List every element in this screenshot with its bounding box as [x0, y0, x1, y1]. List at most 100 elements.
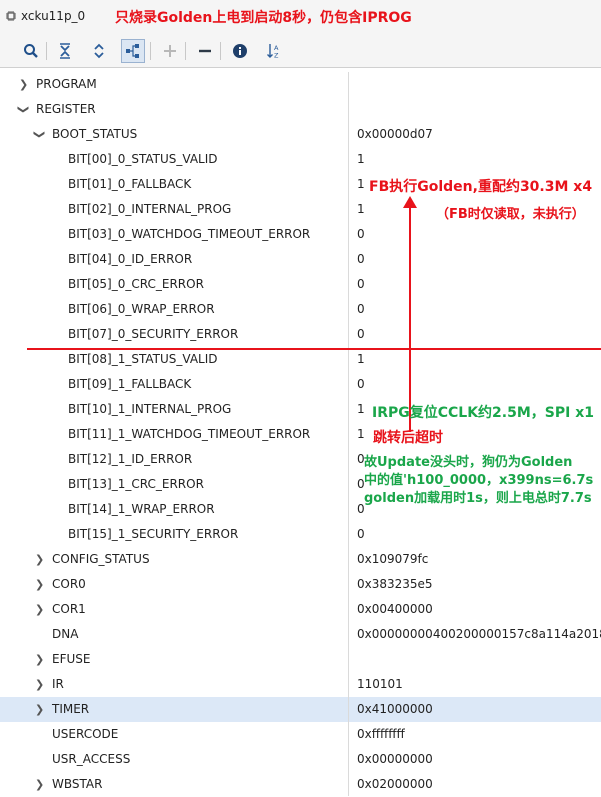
row-label: BIT[13]_1_CRC_ERROR — [68, 477, 204, 491]
row-value: 0x00000000400200000157c8a114a20185 — [357, 627, 601, 641]
svg-text:Z: Z — [274, 52, 279, 60]
tree-row-dna[interactable]: DNA 0x00000000400200000157c8a114a20185 — [0, 622, 601, 647]
toolbar-separator — [150, 42, 151, 60]
expand-all-icon — [94, 43, 104, 59]
toolbar-separator — [185, 42, 186, 60]
row-label: BIT[07]_0_SECURITY_ERROR — [68, 327, 239, 341]
chip-icon — [6, 11, 16, 21]
chevron-right-icon[interactable]: ❯ — [35, 597, 44, 622]
remove-button[interactable] — [193, 39, 217, 63]
row-label: BIT[09]_1_FALLBACK — [68, 377, 192, 391]
toolbar-separator — [220, 42, 221, 60]
collapse-all-button[interactable] — [53, 39, 77, 63]
tree-row-bit[interactable]: BIT[08]_1_STATUS_VALID 1 — [0, 347, 601, 372]
add-icon — [164, 45, 176, 57]
tree-row-usercode[interactable]: USERCODE 0xffffffff — [0, 722, 601, 747]
row-label: PROGRAM — [36, 77, 97, 91]
row-label: COR0 — [52, 577, 86, 591]
row-value: 0 — [357, 302, 365, 316]
row-label: DNA — [52, 627, 79, 641]
expand-all-button[interactable] — [87, 39, 111, 63]
annotation-arrow-line — [409, 206, 411, 432]
row-label: TIMER — [52, 702, 90, 716]
tree-row-bit[interactable]: BIT[03]_0_WATCHDOG_TIMEOUT_ERROR 0 — [0, 222, 601, 247]
tree-row-bit[interactable]: BIT[07]_0_SECURITY_ERROR 0 — [0, 322, 601, 347]
chevron-right-icon[interactable]: ❯ — [19, 72, 28, 97]
chevron-right-icon[interactable]: ❯ — [35, 572, 44, 597]
row-label: BIT[14]_1_WRAP_ERROR — [68, 502, 215, 516]
tree-row-bit[interactable]: BIT[06]_0_WRAP_ERROR 0 — [0, 297, 601, 322]
row-value: 1 — [357, 152, 365, 166]
row-value: 0x41000000 — [357, 702, 433, 716]
column-divider[interactable] — [348, 72, 349, 796]
annotation-update-1: 故Update没头时，狗仍为Golden — [364, 455, 573, 470]
chevron-right-icon[interactable]: ❯ — [35, 697, 44, 722]
tree-row-ir[interactable]: ❯ IR 110101 — [0, 672, 601, 697]
row-label: BIT[00]_0_STATUS_VALID — [68, 152, 218, 166]
row-value: 0 — [357, 277, 365, 291]
tree-row-timer[interactable]: ❯ TIMER 0x41000000 — [0, 697, 601, 722]
search-button[interactable] — [19, 39, 43, 63]
tree-row-config-status[interactable]: ❯ CONFIG_STATUS 0x109079fc — [0, 547, 601, 572]
toolbar-separator — [46, 42, 47, 60]
info-button[interactable] — [228, 39, 252, 63]
chevron-right-icon[interactable]: ❯ — [35, 547, 44, 572]
sort-az-icon: A Z — [267, 44, 279, 60]
tree-row-bit[interactable]: BIT[11]_1_WATCHDOG_TIMEOUT_ERROR 1 — [0, 422, 601, 447]
tree-row-bit[interactable]: BIT[00]_0_STATUS_VALID 1 — [0, 147, 601, 172]
tree-view-button[interactable] — [121, 39, 145, 63]
row-value: 0 — [357, 527, 365, 541]
row-label: BIT[05]_0_CRC_ERROR — [68, 277, 204, 291]
row-value: 0 — [357, 252, 365, 266]
toolbar: A Z — [0, 34, 601, 68]
row-label: BIT[11]_1_WATCHDOG_TIMEOUT_ERROR — [68, 427, 311, 441]
tree-row-bit[interactable]: BIT[05]_0_CRC_ERROR 0 — [0, 272, 601, 297]
tree-row-cor0[interactable]: ❯ COR0 0x383235e5 — [0, 572, 601, 597]
tree-row-boot-status[interactable]: ❯ BOOT_STATUS 0x00000d07 — [0, 122, 601, 147]
tree-row-bit[interactable]: BIT[09]_1_FALLBACK 0 — [0, 372, 601, 397]
row-value: 1 — [357, 427, 365, 441]
row-label: BIT[15]_1_SECURITY_ERROR — [68, 527, 239, 541]
sort-button[interactable]: A Z — [262, 39, 286, 63]
row-label: BIT[01]_0_FALLBACK — [68, 177, 192, 191]
row-label: BIT[10]_1_INTERNAL_PROG — [68, 402, 232, 416]
chevron-right-icon[interactable]: ❯ — [35, 672, 44, 697]
tree-row-efuse[interactable]: ❯ EFUSE — [0, 647, 601, 672]
row-label: CONFIG_STATUS — [52, 552, 150, 566]
add-button[interactable] — [158, 39, 182, 63]
row-value: 0 — [357, 377, 365, 391]
window-title: xcku11p_0 — [21, 9, 86, 23]
row-value: 0xffffffff — [357, 727, 405, 741]
row-label: BIT[12]_1_ID_ERROR — [68, 452, 193, 466]
row-value: 0 — [357, 227, 365, 241]
row-value: 0x00000000 — [357, 752, 433, 766]
tree-row-cor1[interactable]: ❯ COR1 0x00400000 — [0, 597, 601, 622]
annotation-fallback-note: （FB时仅读取，未执行） — [436, 207, 585, 222]
row-label: USR_ACCESS — [52, 752, 131, 766]
search-icon — [24, 44, 38, 58]
row-value: 1 — [357, 177, 365, 191]
row-label: BIT[04]_0_ID_ERROR — [68, 252, 193, 266]
tree-row-register[interactable]: ❯ REGISTER — [0, 97, 601, 122]
row-value: 0x00400000 — [357, 602, 433, 616]
remove-icon — [199, 49, 211, 53]
row-label: COR1 — [52, 602, 86, 616]
chevron-down-icon[interactable]: ❯ — [11, 105, 36, 114]
row-value: 1 — [357, 402, 365, 416]
annotation-update-2: 中的值'h100_0000，x399ns=6.7s — [364, 473, 594, 488]
row-value: 0x00000d07 — [357, 127, 433, 141]
tree-row-usr-access[interactable]: USR_ACCESS 0x00000000 — [0, 747, 601, 772]
row-value: 0 — [357, 327, 365, 341]
tree-row-bit[interactable]: BIT[15]_1_SECURITY_ERROR 0 — [0, 522, 601, 547]
annotation-update-3: golden加载用时1s，则上电总时7.7s — [364, 491, 592, 506]
chevron-right-icon[interactable]: ❯ — [35, 772, 44, 797]
row-label: REGISTER — [36, 102, 96, 116]
tree-row-program[interactable]: ❯ PROGRAM — [0, 72, 601, 97]
chevron-down-icon[interactable]: ❯ — [27, 130, 52, 139]
chevron-right-icon[interactable]: ❯ — [35, 647, 44, 672]
tree-view-icon — [126, 44, 139, 58]
tree-row-wbstar[interactable]: ❯ WBSTAR 0x02000000 — [0, 772, 601, 797]
tree-row-bit[interactable]: BIT[04]_0_ID_ERROR 0 — [0, 247, 601, 272]
info-icon — [233, 44, 247, 58]
annotation-watchdog: 跳转后超时 — [373, 430, 443, 446]
